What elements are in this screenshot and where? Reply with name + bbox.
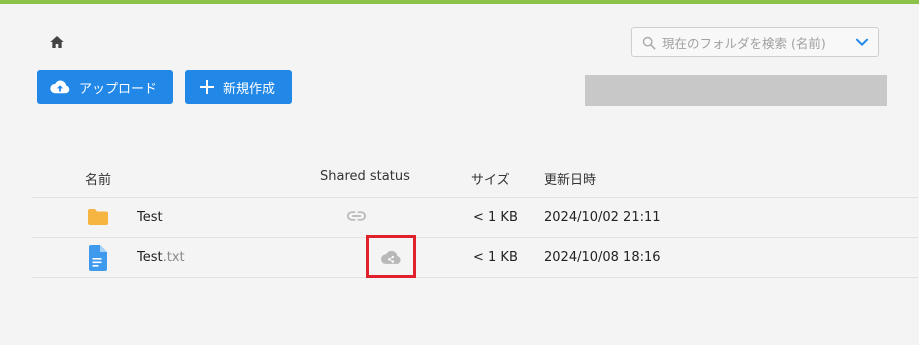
file-name-base: Test bbox=[137, 250, 163, 265]
placeholder-bar bbox=[585, 75, 887, 106]
upload-button[interactable]: アップロード bbox=[37, 70, 173, 104]
upload-button-label: アップロード bbox=[79, 81, 158, 97]
search-icon bbox=[642, 36, 656, 50]
column-header-name[interactable]: 名前 bbox=[85, 169, 111, 188]
home-icon[interactable] bbox=[49, 34, 65, 50]
highlight-box bbox=[366, 235, 416, 278]
search-input[interactable] bbox=[662, 32, 844, 54]
folder-icon bbox=[88, 209, 108, 225]
row-divider bbox=[32, 237, 918, 238]
chevron-down-icon[interactable] bbox=[856, 38, 868, 47]
file-name[interactable]: Test.txt bbox=[137, 250, 185, 265]
file-extension: .txt bbox=[162, 250, 185, 265]
top-accent-bar bbox=[0, 0, 919, 4]
file-size: < 1 KB bbox=[473, 210, 518, 225]
column-header-updated[interactable]: 更新日時 bbox=[544, 169, 596, 188]
file-size: < 1 KB bbox=[473, 250, 518, 265]
file-updated: 2024/10/02 21:11 bbox=[544, 210, 661, 225]
new-create-button-label: 新規作成 bbox=[223, 81, 276, 97]
header-divider bbox=[32, 197, 918, 198]
column-header-size[interactable]: サイズ bbox=[471, 169, 510, 188]
search-box[interactable] bbox=[631, 27, 879, 57]
text-file-icon bbox=[89, 245, 107, 271]
link-icon bbox=[347, 211, 366, 221]
row-divider bbox=[32, 277, 918, 278]
new-create-button[interactable]: 新規作成 bbox=[185, 70, 292, 104]
cloud-upload-icon bbox=[50, 80, 70, 94]
column-header-shared-status: Shared status bbox=[320, 169, 410, 184]
file-name[interactable]: Test bbox=[137, 210, 163, 225]
file-updated: 2024/10/08 18:16 bbox=[544, 250, 661, 265]
plus-icon bbox=[200, 80, 214, 94]
